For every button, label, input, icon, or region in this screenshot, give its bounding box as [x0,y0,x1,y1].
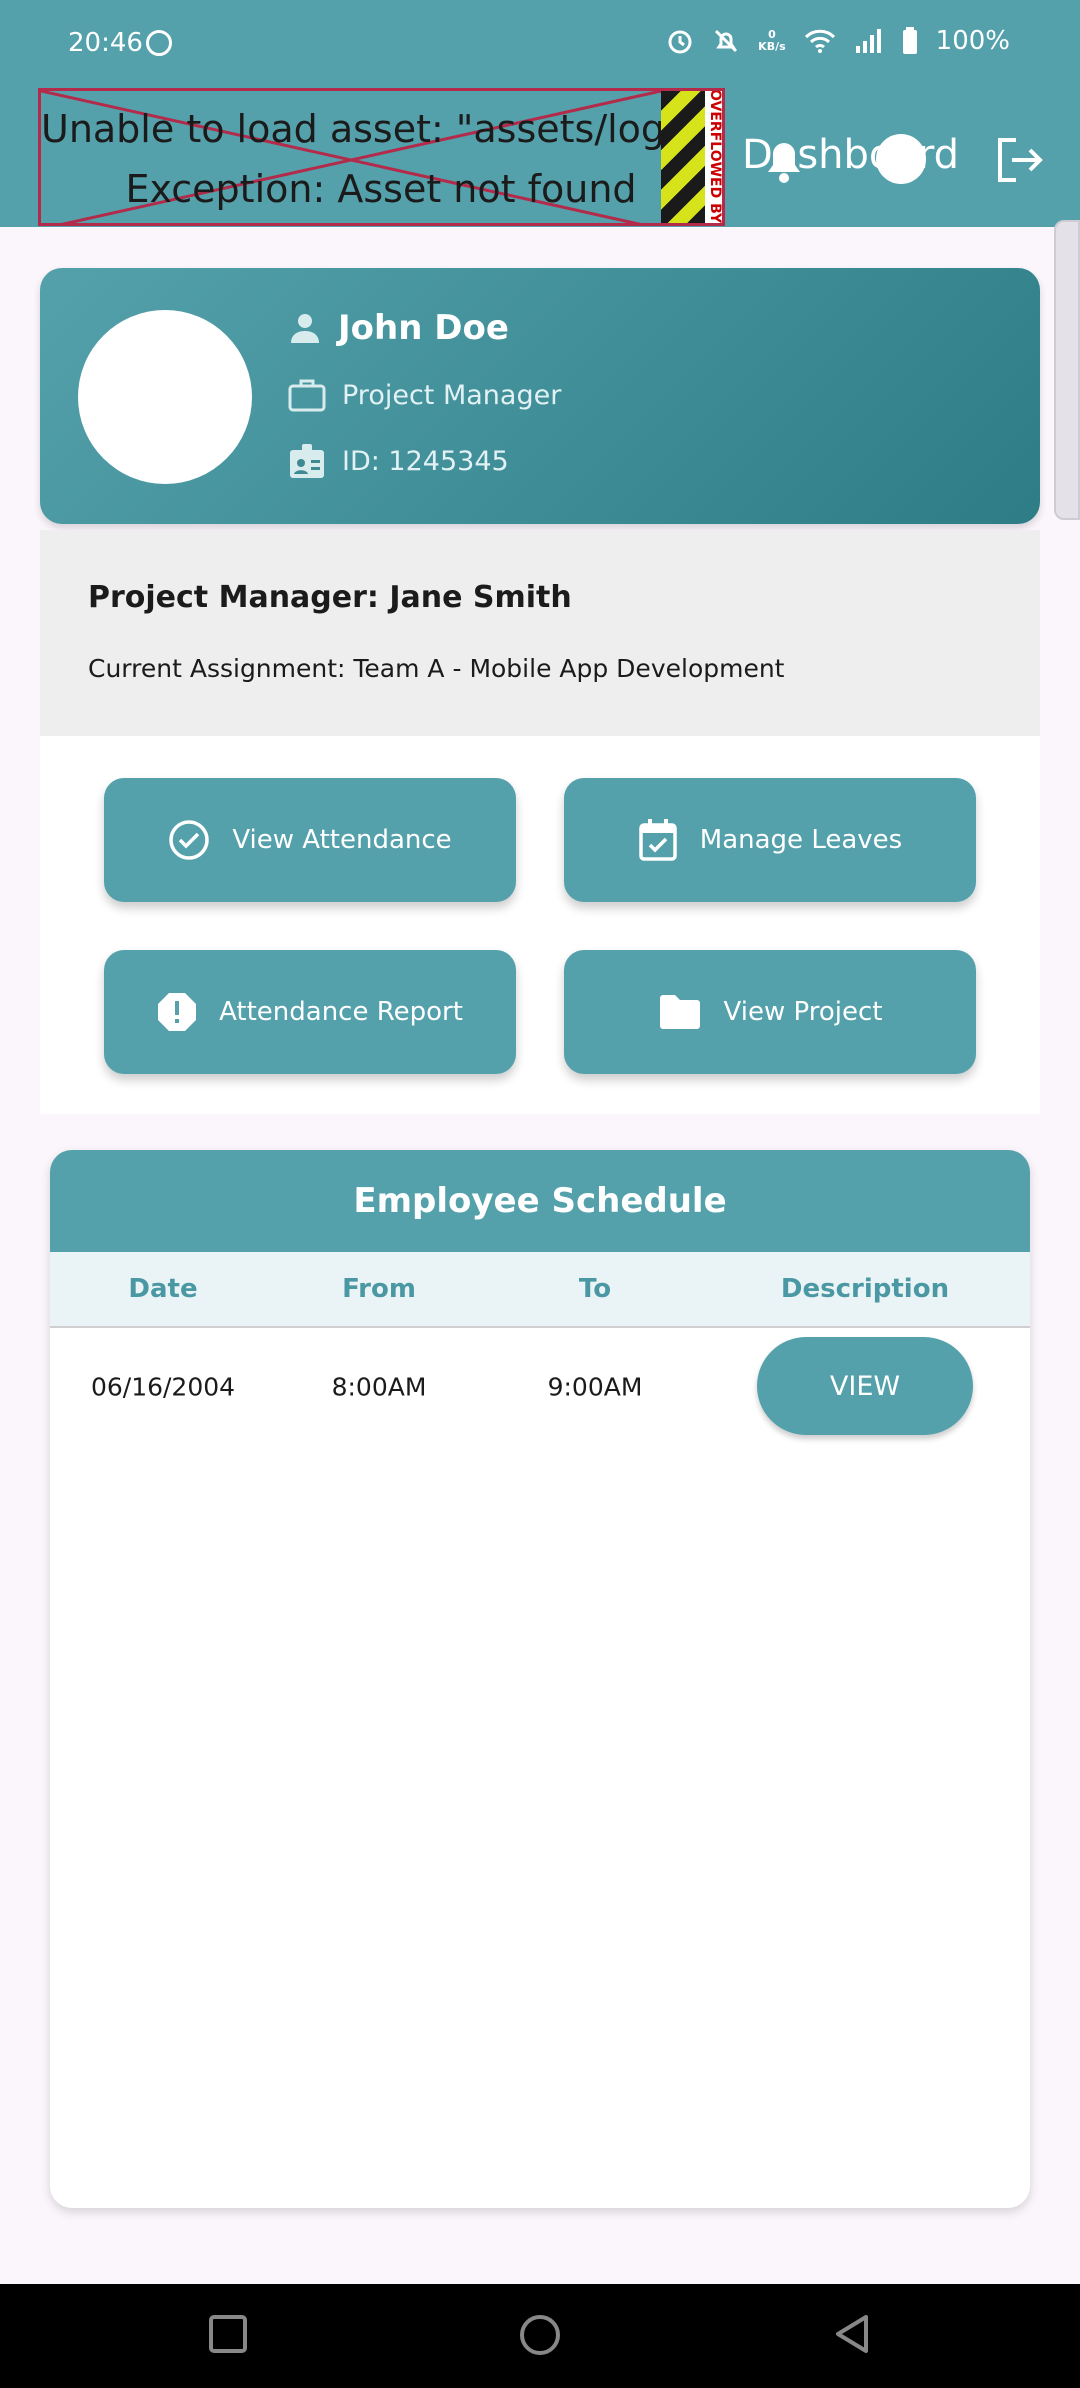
assignment-info: Project Manager: Jane Smith Current Assi… [40,530,1040,736]
view-project-button[interactable]: View Project [564,950,976,1074]
network-speed: 0 KB/s [758,29,785,53]
column-header-date: Date [128,1274,198,1304]
manage-leaves-label: Manage Leaves [699,825,903,855]
scrollbar[interactable] [1054,220,1080,520]
profile-id: ID: 1245345 [342,445,509,477]
overflow-indicator: OVERFLOWED BY 9 [661,91,723,223]
schedule-title: Employee Schedule [50,1150,1030,1252]
manage-leaves-button[interactable]: Manage Leaves [564,778,976,902]
logo-error-placeholder: Unable to load asset: "assets/logo.png".… [38,88,725,226]
profile-name-row: John Doe [288,308,509,348]
home-icon[interactable] [519,2314,561,2356]
system-navigation-bar [0,2284,1080,2388]
battery-level: 100% [935,26,1010,56]
profile-role-row: Project Manager [288,378,561,412]
briefcase-icon [288,379,326,412]
profile-role: Project Manager [342,379,562,411]
status-time: 20:46 [68,28,143,58]
back-icon[interactable] [832,2314,872,2354]
column-header-from: From [342,1274,416,1304]
signal-icon [855,29,881,53]
column-header-to: To [578,1274,612,1304]
error-line-1: Unable to load asset: "assets/logo.png". [41,107,722,151]
profile-avatar [78,310,252,484]
error-message: Unable to load asset: "assets/logo.png".… [41,99,722,219]
person-icon [291,314,319,343]
overflow-label: OVERFLOWED BY 9 [707,91,723,223]
profile-name: John Doe [338,308,509,348]
profile-card: John Doe Project Manager ID: 1245345 [40,268,1040,524]
bell-icon[interactable] [760,130,808,186]
user-avatar-icon[interactable] [876,134,926,184]
attendance-report-button[interactable]: Attendance Report [104,950,516,1074]
view-schedule-button[interactable]: VIEW [757,1337,973,1435]
id-badge-icon [290,444,324,478]
view-attendance-label: View Attendance [232,825,452,855]
logout-icon[interactable] [994,134,1046,186]
profile-id-row: ID: 1245345 [288,442,509,480]
project-manager-label: Project Manager: Jane Smith [88,580,572,615]
schedule-from: 8:00AM [331,1372,427,1402]
calendar-check-icon [639,819,677,861]
folder-icon [659,995,700,1029]
schedule-table-header: Date From To Description [50,1252,1030,1328]
table-row: 06/16/2004 8:00AM 9:00AM VIEW [50,1328,1030,1446]
view-project-label: View Project [723,997,883,1027]
attendance-report-label: Attendance Report [219,997,463,1027]
network-speed-unit: KB/s [758,40,786,53]
schedule-date: 06/16/2004 [90,1372,236,1402]
schedule-to: 9:00AM [547,1372,643,1402]
battery-icon [902,27,917,54]
check-circle-icon [169,820,210,860]
wifi-icon [804,29,835,53]
current-assignment-label: Current Assignment: Team A - Mobile App … [88,654,785,683]
report-alert-icon [158,993,197,1031]
view-attendance-button[interactable]: View Attendance [104,778,516,902]
quick-actions: View Attendance Manage Leaves Attendance… [40,736,1040,1114]
status-icons: 0 KB/s 100% [666,26,1010,56]
status-bar: 20:46 0 KB/s 100% [0,0,1080,88]
column-header-description: Description [780,1274,950,1304]
notification-icon [146,30,172,56]
recents-icon[interactable] [208,2314,248,2354]
employee-schedule-card: Employee Schedule Date From To Descripti… [50,1150,1030,2208]
mute-icon [715,29,738,53]
overflow-stripes [661,91,705,223]
alarm-icon [668,30,692,54]
error-line-2: Exception: Asset not found [125,167,637,211]
